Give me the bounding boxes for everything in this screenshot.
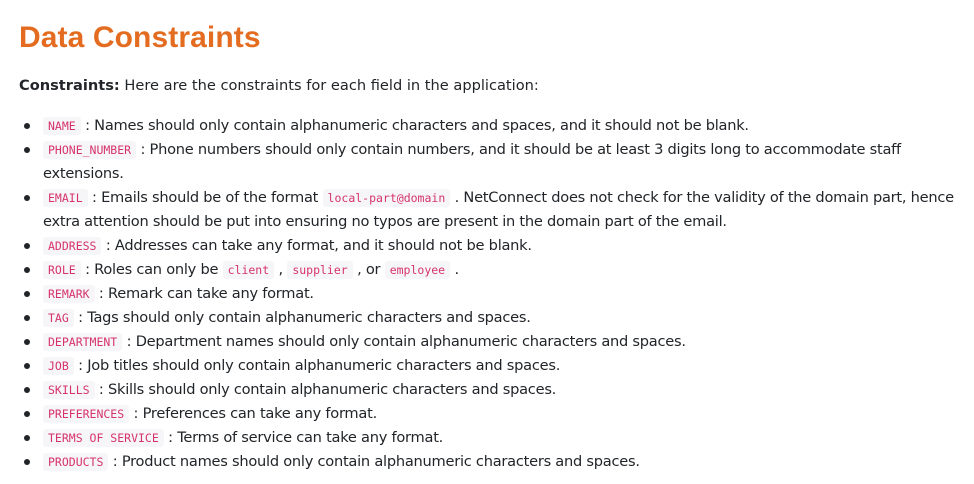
intro-paragraph: Constraints: Here are the constraints fo… — [19, 74, 974, 98]
field-code: TAG — [43, 309, 74, 327]
constraints-list: NAME : Names should only contain alphanu… — [19, 114, 974, 474]
constraint-item-products: PRODUCTS : Product names should only con… — [19, 450, 974, 474]
constraint-item-phone-number: PHONE_NUMBER : Phone numbers should only… — [19, 138, 974, 186]
constraint-item-remark: REMARK : Remark can take any format. — [19, 282, 974, 306]
format-code: local-part@domain — [322, 189, 451, 207]
field-code: PREFERENCES — [43, 405, 130, 423]
constraint-text: : Job titles should only contain alphanu… — [73, 357, 561, 374]
field-code: ADDRESS — [43, 237, 102, 255]
constraint-item-email: EMAIL : Emails should be of the format l… — [19, 186, 974, 234]
constraint-text: : Roles can only be — [80, 261, 223, 278]
field-code: SKILLS — [43, 381, 95, 399]
constraint-text: : Remark can take any format. — [94, 285, 314, 302]
field-code: EMAIL — [43, 189, 88, 207]
constraint-text: : Skills should only contain alphanumeri… — [94, 381, 557, 398]
constraint-item-terms-of-service: TERMS OF SERVICE : Terms of service can … — [19, 426, 974, 450]
page-title: Data Constraints — [19, 21, 261, 54]
constraint-text: : Tags should only contain alphanumeric … — [73, 309, 531, 326]
field-code: DEPARTMENT — [43, 333, 123, 351]
role-value-code: supplier — [287, 261, 353, 279]
field-code: ROLE — [43, 261, 81, 279]
constraint-item-address: ADDRESS : Addresses can take any format,… — [19, 234, 974, 258]
constraint-text: : Preferences can take any format. — [129, 405, 378, 422]
constraint-text: , or — [352, 261, 385, 278]
constraint-text: : Terms of service can take any format. — [163, 429, 444, 446]
constraint-item-tag: TAG : Tags should only contain alphanume… — [19, 306, 974, 330]
field-code: REMARK — [43, 285, 95, 303]
page: Data Constraints Constraints: Here are t… — [0, 0, 974, 484]
role-value-code: client — [222, 261, 275, 279]
constraint-text: . — [450, 261, 459, 278]
constraint-item-role: ROLE : Roles can only be client , suppli… — [19, 258, 974, 282]
field-code: TERMS OF SERVICE — [43, 429, 164, 447]
field-code: PRODUCTS — [43, 453, 109, 471]
intro-text: Here are the constraints for each field … — [119, 77, 539, 94]
constraint-text: : Department names should only contain a… — [122, 333, 686, 350]
constraint-text: : Names should only contain alphanumeric… — [80, 117, 749, 134]
constraint-item-name: NAME : Names should only contain alphanu… — [19, 114, 974, 138]
constraint-text: : Phone numbers should only contain numb… — [43, 141, 901, 182]
constraint-text: : Emails should be of the format — [87, 189, 323, 206]
constraint-item-department: DEPARTMENT : Department names should onl… — [19, 330, 974, 354]
field-code: NAME — [43, 117, 81, 135]
constraint-item-preferences: PREFERENCES : Preferences can take any f… — [19, 402, 974, 426]
intro-label: Constraints: — [19, 77, 120, 94]
constraint-item-skills: SKILLS : Skills should only contain alph… — [19, 378, 974, 402]
constraint-text: , — [274, 261, 288, 278]
constraint-text: : Product names should only contain alph… — [108, 453, 640, 470]
constraint-text: : Addresses can take any format, and it … — [101, 237, 532, 254]
field-code: JOB — [43, 357, 74, 375]
field-code: PHONE_NUMBER — [43, 141, 137, 159]
constraint-item-job: JOB : Job titles should only contain alp… — [19, 354, 974, 378]
role-value-code: employee — [384, 261, 451, 279]
